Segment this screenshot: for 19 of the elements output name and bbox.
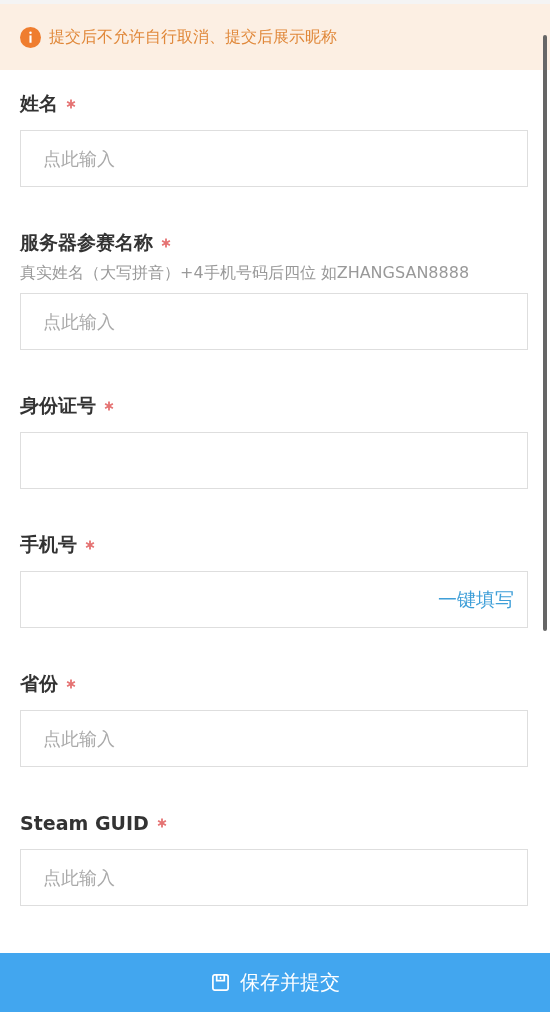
autofill-link[interactable]: 一键填写: [438, 587, 514, 613]
field-label: Steam GUID: [20, 812, 149, 834]
info-icon: [20, 26, 41, 48]
field-label: 姓名: [20, 91, 58, 116]
field-label: 身份证号: [20, 393, 96, 418]
input-field[interactable]: 点此输入: [20, 293, 528, 350]
input-field[interactable]: 点此输入: [20, 710, 528, 767]
input-field[interactable]: 点此输入: [20, 130, 528, 187]
input-field[interactable]: 点此输入: [20, 849, 528, 906]
input-field[interactable]: [20, 571, 528, 628]
field-label: 手机号: [20, 532, 77, 557]
field-hint: 真实姓名（大写拼音）+4手机号码后四位 如ZHANGSAN8888: [20, 263, 471, 284]
field-label: 服务器参赛名称: [20, 230, 153, 255]
field-label: 省份: [20, 671, 58, 696]
notice-text: 提交后不允许自行取消、提交后展示昵称: [49, 26, 337, 48]
submit-button[interactable]: 保存并提交: [0, 953, 550, 1012]
scrollbar[interactable]: [543, 35, 547, 631]
save-icon: [210, 973, 230, 992]
input-field[interactable]: [20, 432, 528, 489]
